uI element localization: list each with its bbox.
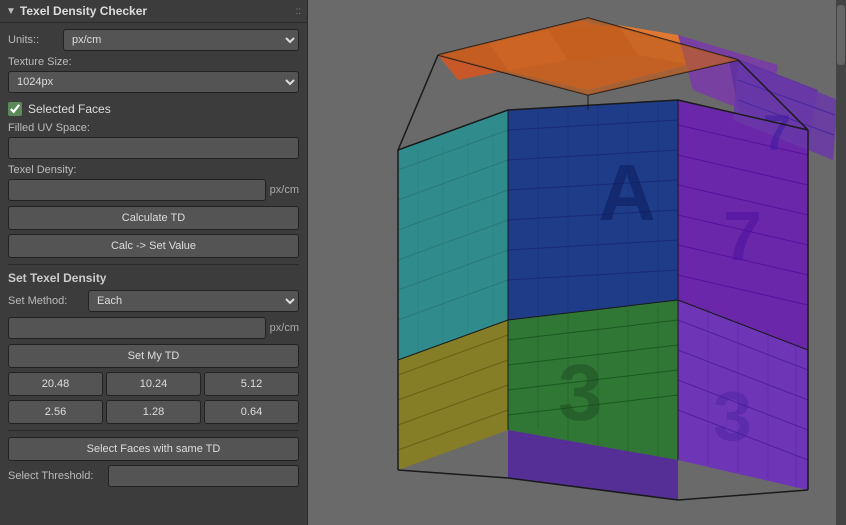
svg-text:A: A bbox=[598, 148, 656, 237]
set-td-title: Set Texel Density bbox=[8, 271, 299, 285]
texture-size-section: Texture Size: 1024px bbox=[8, 56, 299, 98]
set-method-row: Set Method: Each bbox=[8, 290, 299, 312]
panel-collapse-arrow: ▼ bbox=[6, 6, 16, 17]
quick-value-2-56[interactable]: 2.56 bbox=[8, 400, 103, 424]
panel-body: Units:: px/cm Texture Size: 1024px Selec… bbox=[0, 23, 307, 497]
quick-values-row1: 20.48 10.24 5.12 bbox=[8, 372, 299, 396]
section-divider-1 bbox=[8, 264, 299, 265]
units-select[interactable]: px/cm bbox=[63, 29, 299, 51]
quick-value-1-28[interactable]: 1.28 bbox=[106, 400, 201, 424]
select-threshold-input[interactable]: 0.1 bbox=[108, 465, 299, 487]
selected-faces-row: Selected Faces bbox=[8, 102, 299, 116]
set-td-value-row: 0 px/cm bbox=[8, 317, 299, 339]
texel-density-input[interactable]: 0.641 bbox=[8, 179, 266, 201]
svg-text:7: 7 bbox=[763, 105, 791, 161]
selected-faces-checkbox[interactable] bbox=[8, 102, 22, 116]
left-panel: ▼ Texel Density Checker :: Units:: px/cm… bbox=[0, 0, 308, 525]
svg-text:3: 3 bbox=[558, 348, 603, 437]
quick-values-row2: 2.56 1.28 0.64 bbox=[8, 400, 299, 424]
set-td-unit: px/cm bbox=[270, 322, 299, 334]
set-td-value-input[interactable]: 0 bbox=[8, 317, 266, 339]
filled-uv-section: Filled UV Space: 5.172 % bbox=[8, 122, 299, 164]
texture-size-select[interactable]: 1024px bbox=[8, 71, 299, 93]
svg-text:3: 3 bbox=[713, 377, 752, 455]
svg-text:7: 7 bbox=[723, 197, 762, 275]
set-my-td-button[interactable]: Set My TD bbox=[8, 344, 299, 368]
panel-title: Texel Density Checker bbox=[20, 4, 296, 18]
texture-size-label: Texture Size: bbox=[8, 56, 299, 68]
units-label: Units:: bbox=[8, 34, 63, 46]
quick-value-0-64[interactable]: 0.64 bbox=[204, 400, 299, 424]
set-method-select[interactable]: Each bbox=[88, 290, 299, 312]
panel-drag-handle[interactable]: :: bbox=[295, 6, 301, 17]
quick-value-10-24[interactable]: 10.24 bbox=[106, 372, 201, 396]
texel-density-unit: px/cm bbox=[270, 184, 299, 196]
quick-value-20-48[interactable]: 20.48 bbox=[8, 372, 103, 396]
panel-header[interactable]: ▼ Texel Density Checker :: bbox=[0, 0, 307, 23]
select-threshold-label: Select Threshold: bbox=[8, 470, 108, 482]
units-row: Units:: px/cm bbox=[8, 29, 299, 51]
texel-density-section: Texel Density: 0.641 px/cm bbox=[8, 164, 299, 201]
filled-uv-label: Filled UV Space: bbox=[8, 122, 299, 134]
select-faces-same-td-button[interactable]: Select Faces with same TD bbox=[8, 437, 299, 461]
section-divider-2 bbox=[8, 430, 299, 431]
select-threshold-row: Select Threshold: 0.1 bbox=[8, 465, 299, 487]
viewport[interactable]: A 7 3 bbox=[308, 0, 846, 525]
selected-faces-label: Selected Faces bbox=[28, 102, 111, 116]
texel-density-label: Texel Density: bbox=[8, 164, 299, 176]
calc-set-value-button[interactable]: Calc -> Set Value bbox=[8, 234, 299, 258]
texel-density-row: 0.641 px/cm bbox=[8, 179, 299, 201]
calculate-td-button[interactable]: Calculate TD bbox=[8, 206, 299, 230]
quick-value-5-12[interactable]: 5.12 bbox=[204, 372, 299, 396]
filled-uv-input[interactable]: 5.172 % bbox=[8, 137, 299, 159]
viewport-canvas: A 7 3 bbox=[308, 0, 846, 525]
set-method-label: Set Method: bbox=[8, 295, 88, 307]
